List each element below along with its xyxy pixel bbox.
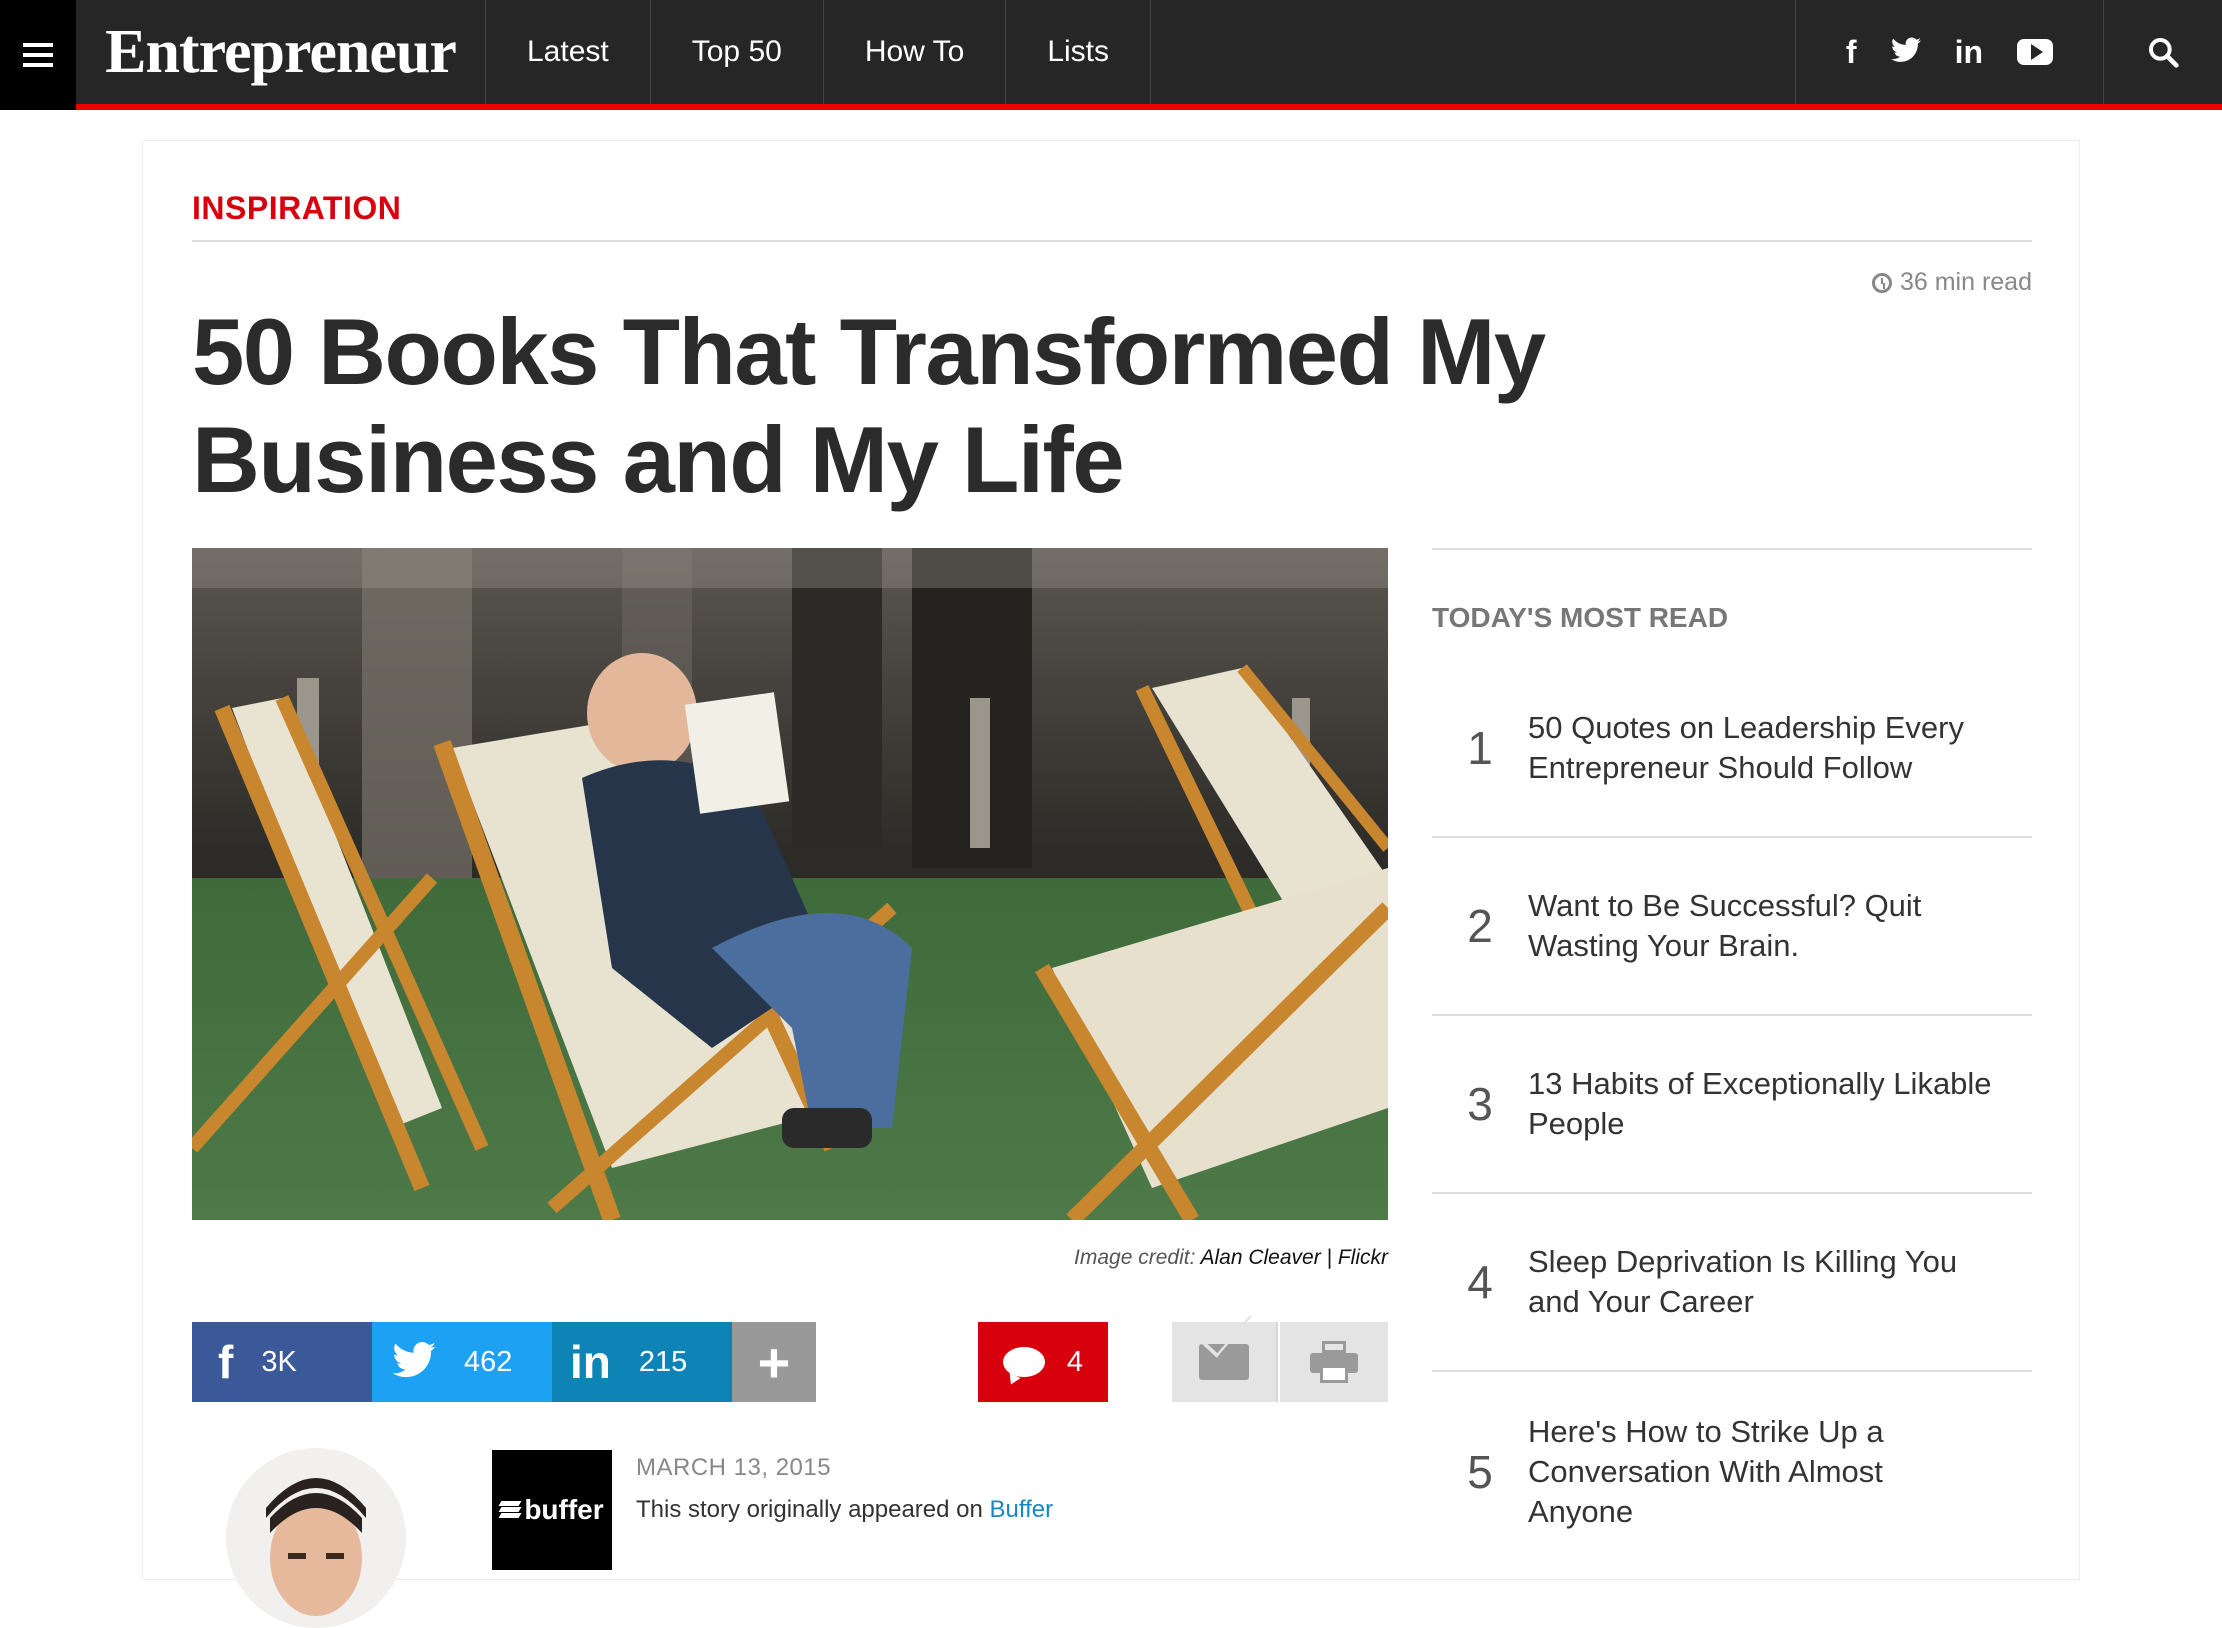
most-read-item[interactable]: 2 Want to Be Successful? Quit Wasting Yo…	[1432, 838, 2032, 1016]
twitter-icon	[392, 1335, 436, 1389]
most-read-title[interactable]: 13 Habits of Exceptionally Likable Peopl…	[1528, 1064, 2032, 1144]
divider	[192, 240, 2032, 242]
search-icon	[2149, 38, 2179, 68]
image-credit-prefix: Image credit:	[1074, 1246, 1201, 1269]
most-read-rank: 1	[1467, 722, 1493, 774]
envelope-icon	[1199, 1344, 1249, 1380]
nav-item-lists[interactable]: Lists	[1006, 0, 1151, 104]
image-credit-name[interactable]: Alan Cleaver | Flickr	[1200, 1246, 1388, 1269]
origin-link[interactable]: Buffer	[990, 1496, 1054, 1523]
facebook-icon: f	[218, 1336, 234, 1388]
comments-button[interactable]: 4	[978, 1322, 1108, 1402]
more-share-button[interactable]: +	[732, 1322, 816, 1402]
nav-item-top-50[interactable]: Top 50	[651, 0, 824, 104]
linkedin-icon[interactable]: in	[1955, 34, 1983, 71]
most-read-title[interactable]: Here's How to Strike Up a Conversation W…	[1528, 1412, 2032, 1532]
read-time: 36 min read	[1871, 268, 2032, 297]
most-read-item[interactable]: 5 Here's How to Strike Up a Conversation…	[1432, 1372, 2032, 1572]
most-read-item[interactable]: 4 Sleep Deprivation Is Killing You and Y…	[1432, 1194, 2032, 1372]
most-read-rank: 4	[1467, 1256, 1493, 1308]
clock-icon	[1871, 272, 1892, 293]
social-links: f in	[1794, 0, 2104, 104]
email-button[interactable]	[1172, 1322, 1278, 1402]
printer-icon	[1310, 1341, 1358, 1383]
most-read-list: 1 50 Quotes on Leadership Every Entrepre…	[1432, 660, 2032, 1572]
print-button[interactable]	[1280, 1322, 1388, 1402]
most-read-rank: 5	[1467, 1446, 1493, 1498]
image-credit: Image credit: Alan Cleaver | Flickr	[1074, 1246, 1388, 1270]
twitter-share-count: 462	[464, 1345, 513, 1378]
most-read-rank: 3	[1467, 1078, 1493, 1130]
read-time-text: 36 min read	[1899, 268, 2032, 296]
hamburger-menu-button[interactable]	[0, 0, 76, 110]
most-read-title[interactable]: 50 Quotes on Leadership Every Entreprene…	[1528, 708, 2032, 788]
author-avatar[interactable]	[226, 1448, 406, 1628]
hero-image	[192, 548, 1388, 1220]
section-label[interactable]: INSPIRATION	[192, 190, 401, 227]
facebook-share-button[interactable]: f 3K	[192, 1322, 372, 1402]
most-read-rank: 2	[1467, 900, 1493, 952]
linkedin-icon: in	[570, 1336, 611, 1388]
youtube-icon[interactable]	[2017, 39, 2053, 65]
twitter-share-button[interactable]: 462	[372, 1322, 552, 1402]
site-logo[interactable]: Entrepreneur	[76, 0, 486, 104]
hamburger-icon	[23, 40, 53, 70]
source-logo-text: buffer	[524, 1494, 604, 1525]
origin-note: This story originally appeared on Buffer	[636, 1496, 1053, 1524]
top-navigation-bar: Entrepreneur Latest Top 50 How To Lists …	[0, 0, 2222, 110]
facebook-icon[interactable]: f	[1846, 34, 1857, 71]
buffer-stack-icon	[498, 1501, 522, 1519]
sidebar-divider	[1432, 548, 2032, 550]
most-read-item[interactable]: 3 13 Habits of Exceptionally Likable Peo…	[1432, 1016, 2032, 1194]
article-headline: 50 Books That Transformed My Business an…	[192, 299, 1546, 512]
most-read-title[interactable]: Sleep Deprivation Is Killing You and You…	[1528, 1242, 2032, 1322]
nav-item-how-to[interactable]: How To	[824, 0, 1007, 104]
most-read-item[interactable]: 1 50 Quotes on Leadership Every Entrepre…	[1432, 660, 2032, 838]
linkedin-share-count: 215	[638, 1345, 688, 1378]
plus-icon: +	[757, 1330, 791, 1394]
source-logo[interactable]: buffer	[492, 1450, 612, 1570]
linkedin-share-button[interactable]: in 215	[552, 1322, 732, 1402]
article-date: MARCH 13, 2015	[636, 1454, 832, 1481]
comments-count: 4	[1066, 1345, 1084, 1378]
search-button[interactable]	[2104, 0, 2222, 104]
origin-text: This story originally appeared on	[636, 1496, 990, 1523]
comment-bubble-icon	[1002, 1347, 1045, 1377]
facebook-share-count: 3K	[261, 1345, 297, 1378]
sidebar-title: TODAY'S MOST READ	[1432, 602, 1729, 633]
most-read-title[interactable]: Want to Be Successful? Quit Wasting Your…	[1528, 886, 2032, 966]
nav-item-latest[interactable]: Latest	[486, 0, 651, 104]
twitter-icon[interactable]	[1890, 34, 1921, 71]
